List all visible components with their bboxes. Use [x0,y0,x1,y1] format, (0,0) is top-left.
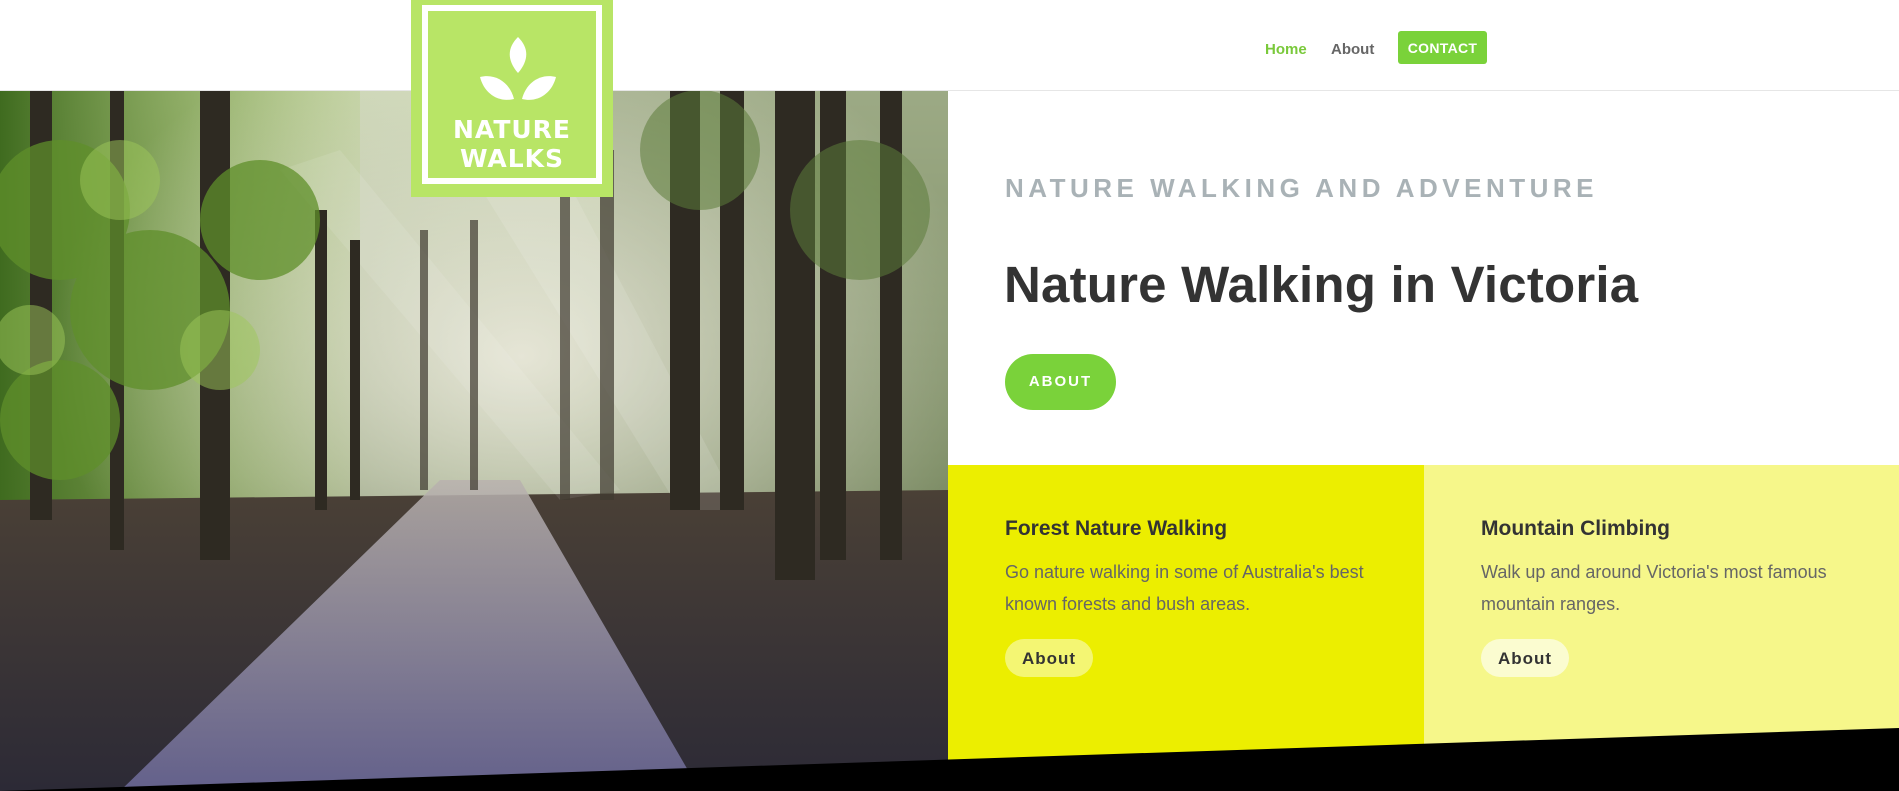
nav-about-link[interactable]: About [1331,41,1374,58]
card-text: Go nature walking in some of Australia's… [1005,562,1364,614]
card-title: Forest Nature Walking [1005,517,1228,540]
logo-text-line2: WALKS [459,144,565,173]
card-about-button[interactable]: About [1005,639,1094,677]
hero-about-button[interactable]: ABOUT [1005,354,1116,410]
site-logo[interactable]: NATURE WALKS [411,0,613,197]
nav-contact-button[interactable]: CONTACT [1398,31,1487,64]
hero-title: Nature Walking in Victoria [1004,256,1639,313]
logo-frame: NATURE WALKS [422,5,602,184]
card-text: Walk up and around Victoria's most famou… [1481,562,1827,614]
site-header: Home About CONTACT [0,0,1899,91]
leaf-icon [480,37,556,100]
nav-home-link[interactable]: Home [1265,41,1307,58]
card-forest-walking: Forest Nature Walking Go nature walking … [948,465,1424,791]
card-mountain-climbing: Mountain Climbing Walk up and around Vic… [1424,465,1899,791]
logo-text-line1: NATURE [452,115,571,144]
hero-eyebrow: NATURE WALKING AND ADVENTURE [1005,173,1599,203]
card-about-button[interactable]: About [1481,639,1570,677]
card-title: Mountain Climbing [1481,517,1670,540]
